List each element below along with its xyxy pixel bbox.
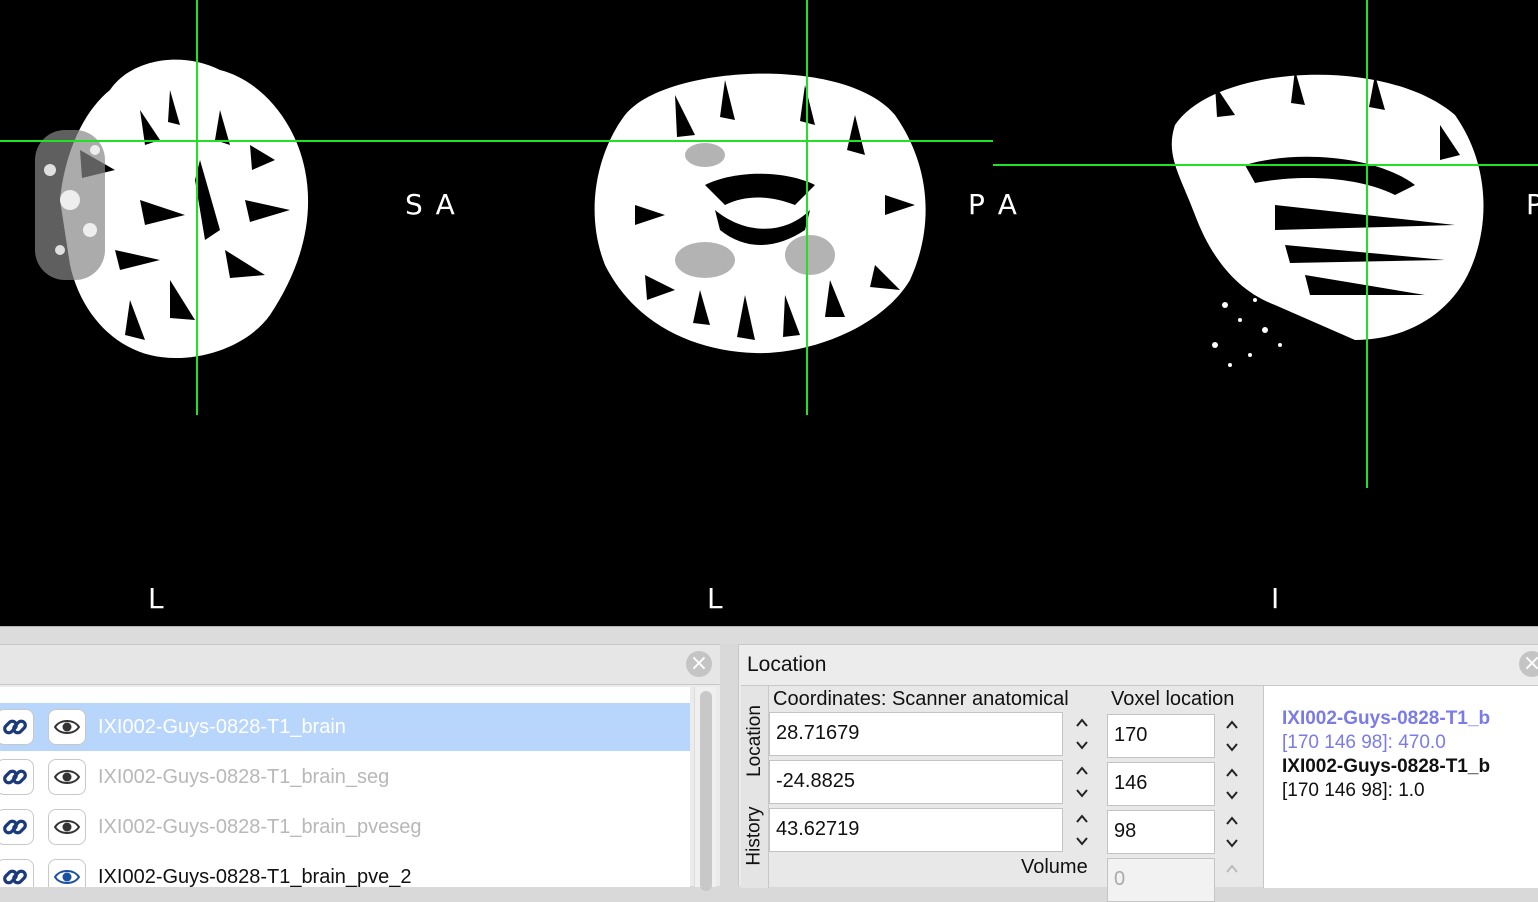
chevron-up-icon[interactable] (1069, 808, 1095, 830)
overlay-name: IXI002-Guys-0828-T1_brain (98, 716, 346, 738)
tab-location[interactable]: Location (741, 696, 769, 786)
eye-icon[interactable] (48, 859, 86, 887)
location-panel-title: Location (747, 653, 827, 676)
overlay-row[interactable]: IXI002-Guys-0828-T1_brain (0, 703, 690, 751)
overlay-panel-header: × (0, 645, 720, 685)
overlay-panel-close-icon[interactable]: × (686, 651, 712, 677)
volume-field[interactable]: 0 (1107, 858, 1215, 902)
coronal-brain-slice[interactable] (585, 55, 935, 355)
chevron-down-icon[interactable] (1069, 734, 1095, 756)
coronal-crosshair-vertical (806, 0, 808, 415)
overlay-list[interactable]: IXI002-Guys-0828-T1_brain IXI002-Guys-08… (0, 687, 690, 887)
overlay-name: IXI002-Guys-0828-T1_brain_seg (98, 766, 390, 788)
chevron-up-icon[interactable] (1069, 712, 1095, 734)
coord-y-field[interactable]: -24.8825 (769, 760, 1063, 804)
voxel-x-field[interactable]: 170 (1107, 714, 1215, 758)
info-overlay-name-selected: IXI002-Guys-0828-T1_b (1282, 708, 1491, 729)
chevron-up-icon[interactable] (1219, 810, 1245, 832)
chevron-up-icon[interactable] (1219, 714, 1245, 736)
scrollbar-thumb[interactable] (700, 691, 712, 891)
tab-history-label: History (744, 806, 765, 866)
voxel-y-stepper[interactable] (1219, 762, 1245, 806)
voxel-y-field[interactable]: 146 (1107, 762, 1215, 806)
overlay-row[interactable]: IXI002-Guys-0828-T1_brain_pveseg (0, 803, 690, 851)
axial-brain-slice[interactable] (20, 50, 320, 370)
voxel-z-field[interactable]: 98 (1107, 810, 1215, 854)
overlay-name: IXI002-Guys-0828-T1_brain_pveseg (98, 816, 422, 838)
info-overlay-name: IXI002-Guys-0828-T1_b (1282, 756, 1491, 777)
coronal-crosshair-horizontal (440, 140, 993, 142)
link-icon[interactable] (0, 809, 34, 845)
coord-y-stepper[interactable] (1069, 760, 1095, 804)
volume-label: Volume (1021, 856, 1088, 878)
axial-crosshair-vertical (196, 0, 198, 415)
overlay-list-panel: × ▲ IXI002-Guys-0828-T1_brain IXI002-Guy… (0, 644, 720, 891)
sagittal-crosshair-horizontal (993, 164, 1538, 166)
panel-divider[interactable] (0, 626, 1538, 644)
voxel-location-label: Voxel location (1111, 688, 1235, 710)
chevron-down-icon[interactable] (1219, 784, 1245, 806)
overlay-list-scrollbar[interactable] (694, 687, 716, 891)
coord-z-stepper[interactable] (1069, 808, 1095, 852)
location-panel-close-icon[interactable]: × (1519, 651, 1538, 677)
sagittal-orient-right: P (1526, 188, 1538, 221)
image-viewer[interactable]: S A L P A L P I (0, 0, 1538, 626)
eye-icon[interactable] (48, 809, 86, 845)
coronal-orient-right: P A (968, 188, 1019, 221)
chevron-up-icon[interactable] (1219, 858, 1245, 880)
coord-z-field[interactable]: 43.62719 (769, 808, 1063, 852)
link-icon[interactable] (0, 759, 34, 795)
overlay-name: IXI002-Guys-0828-T1_brain_pve_2 (98, 866, 412, 887)
chevron-up-icon[interactable] (1219, 762, 1245, 784)
coronal-orient-bottom: L (707, 582, 725, 615)
axial-orient-right: S A (405, 188, 457, 221)
coord-x-field[interactable]: 28.71679 (769, 712, 1063, 756)
chevron-down-icon[interactable] (1069, 782, 1095, 804)
chevron-up-icon[interactable] (1069, 760, 1095, 782)
overlay-row[interactable]: IXI002-Guys-0828-T1_brain_pve_2 (0, 853, 690, 887)
location-panel: Location × Location History Coordinates:… (738, 644, 1538, 902)
coordinates-label: Coordinates: Scanner anatomical (773, 688, 1069, 710)
tab-history[interactable]: History (741, 796, 769, 876)
coord-x-stepper[interactable] (1069, 712, 1095, 756)
tab-location-label: Location (744, 705, 765, 777)
eye-icon[interactable] (48, 759, 86, 795)
chevron-down-icon[interactable] (1219, 832, 1245, 854)
volume-stepper[interactable] (1219, 858, 1245, 902)
location-body: Location History Coordinates: Scanner an… (741, 685, 1538, 902)
sagittal-crosshair-vertical (1366, 0, 1368, 488)
overlay-row[interactable]: IXI002-Guys-0828-T1_brain_seg (0, 753, 690, 801)
info-overlay-value-selected: [170 146 98]: 470.0 (1282, 732, 1446, 753)
link-icon[interactable] (0, 859, 34, 887)
axial-orient-bottom: L (148, 582, 166, 615)
location-info-area: IXI002-Guys-0828-T1_b [170 146 98]: 470.… (1263, 686, 1538, 888)
sagittal-brain-slice[interactable] (1155, 55, 1495, 375)
info-overlay-value: [170 146 98]: 1.0 (1282, 780, 1425, 801)
chevron-down-icon[interactable] (1219, 736, 1245, 758)
sagittal-orient-bottom: I (1271, 582, 1282, 615)
eye-icon[interactable] (48, 709, 86, 745)
vertical-tab-strip: Location History (741, 686, 769, 888)
axial-crosshair-horizontal (0, 140, 440, 142)
chevron-down-icon[interactable] (1069, 830, 1095, 852)
voxel-z-stepper[interactable] (1219, 810, 1245, 854)
voxel-x-stepper[interactable] (1219, 714, 1245, 758)
link-icon[interactable] (0, 709, 34, 745)
